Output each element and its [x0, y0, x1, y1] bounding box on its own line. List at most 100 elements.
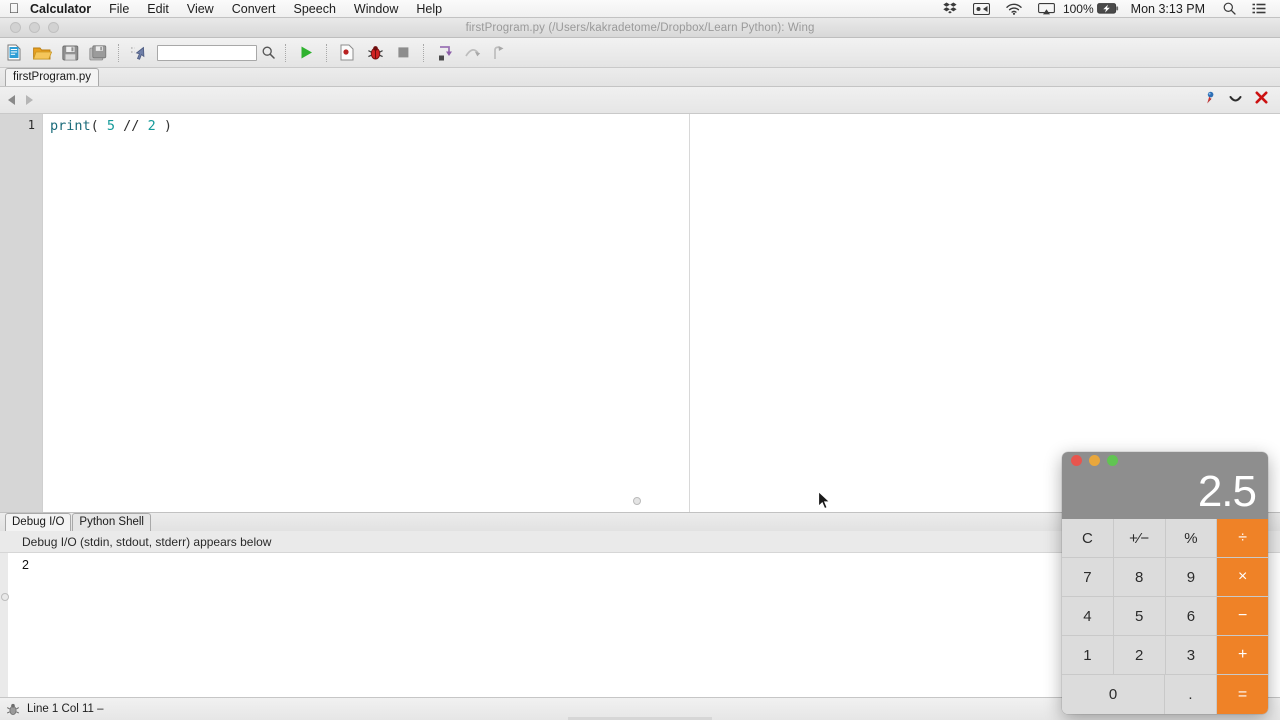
- menu-bar-clock[interactable]: Mon 3:13 PM: [1125, 2, 1215, 16]
- nav-forward-icon[interactable]: [26, 95, 33, 105]
- menu-item-speech[interactable]: Speech: [285, 0, 345, 18]
- run-toolbar-group: [292, 38, 320, 68]
- calc-key-7[interactable]: 7: [1062, 558, 1114, 597]
- tab-debug-io[interactable]: Debug I/O: [5, 513, 72, 531]
- calculator-key-row: 0 . =: [1062, 675, 1268, 714]
- nav-back-icon[interactable]: [8, 95, 15, 105]
- calculator-key-row: 7 8 9 ×: [1062, 558, 1268, 597]
- debug-file-button[interactable]: [333, 40, 361, 66]
- airplay-icon[interactable]: [1030, 0, 1063, 18]
- stop-button[interactable]: [389, 40, 417, 66]
- calculator-key-row: 1 2 3 +: [1062, 636, 1268, 675]
- pin-icon[interactable]: [1204, 91, 1216, 110]
- window-title-bar: firstProgram.py (/Users/kakradetome/Drop…: [0, 18, 1280, 38]
- editor-header-actions: [1204, 91, 1280, 110]
- search-input[interactable]: [157, 44, 257, 61]
- calc-key-subtract[interactable]: −: [1217, 597, 1268, 636]
- line-number-gutter: 1: [0, 114, 43, 512]
- open-file-button[interactable]: [28, 40, 56, 66]
- menu-item-view[interactable]: View: [178, 0, 223, 18]
- magnifier-icon[interactable]: [257, 46, 279, 59]
- calc-key-decimal[interactable]: .: [1165, 675, 1217, 714]
- calculator-zoom-button[interactable]: [1107, 455, 1118, 466]
- menu-bar-status-items: 100% Mon 3:13 PM: [935, 0, 1280, 18]
- step-over-button[interactable]: [458, 40, 486, 66]
- status-bar-position-label: Line 1 Col 11 –: [27, 703, 104, 715]
- window-title: firstProgram.py (/Users/kakradetome/Drop…: [465, 21, 815, 34]
- main-toolbar: [0, 38, 1280, 68]
- wifi-icon[interactable]: [998, 0, 1030, 18]
- code-token-function: print: [50, 118, 91, 134]
- debug-toolbar-group: [333, 38, 417, 68]
- save-file-button[interactable]: [56, 40, 84, 66]
- document-tab-bar: firstProgram.py: [0, 68, 1280, 87]
- save-all-button[interactable]: [84, 40, 112, 66]
- document-tab-firstprogram[interactable]: firstProgram.py: [5, 68, 99, 86]
- menu-item-help[interactable]: Help: [407, 0, 451, 18]
- step-out-button[interactable]: [486, 40, 514, 66]
- step-toolbar-group: [430, 38, 514, 68]
- editor-split-handle[interactable]: [633, 497, 641, 505]
- notification-center-icon[interactable]: [1244, 0, 1274, 18]
- menu-item-calculator[interactable]: Calculator: [28, 0, 100, 18]
- run-button[interactable]: [292, 40, 320, 66]
- calculator-minimize-button[interactable]: [1089, 455, 1100, 466]
- menu-item-convert[interactable]: Convert: [223, 0, 285, 18]
- chevron-down-icon[interactable]: [1229, 91, 1242, 109]
- calc-key-6[interactable]: 6: [1165, 597, 1218, 636]
- calc-key-2[interactable]: 2: [1113, 636, 1166, 675]
- screen-recording-icon[interactable]: [965, 0, 998, 18]
- mouse-pointer-icon: [818, 490, 832, 516]
- calc-key-3[interactable]: 3: [1165, 636, 1218, 675]
- file-toolbar-group: [0, 38, 112, 68]
- calc-key-0[interactable]: 0: [1062, 675, 1165, 714]
- editor-vertical-split-divider[interactable]: [689, 114, 690, 512]
- calc-key-percent[interactable]: %: [1165, 519, 1218, 558]
- code-line-1: print( 5 // 2 ): [50, 118, 1280, 134]
- tab-python-shell[interactable]: Python Shell: [72, 513, 151, 531]
- calc-key-9[interactable]: 9: [1165, 558, 1218, 597]
- calc-key-multiply[interactable]: ×: [1217, 558, 1268, 597]
- calc-key-1[interactable]: 1: [1062, 636, 1114, 675]
- battery-percent-label: 100%: [1062, 1, 1094, 16]
- spotlight-search-icon[interactable]: [1215, 0, 1244, 18]
- calculator-window[interactable]: 2.5 C +⁄− % ÷ 7 8 9 × 4 5 6 − 1 2 3 + 0 …: [1062, 452, 1268, 714]
- close-x-icon[interactable]: [1255, 91, 1268, 109]
- menu-item-file[interactable]: File: [100, 0, 138, 18]
- debug-bug-button[interactable]: [361, 40, 389, 66]
- calc-key-divide[interactable]: ÷: [1217, 519, 1268, 558]
- editor-header-bar: [0, 87, 1280, 114]
- calc-key-sign[interactable]: +⁄−: [1113, 519, 1166, 558]
- new-file-button[interactable]: [0, 40, 28, 66]
- mac-menu-bar:  Calculator File Edit View Convert Spee…: [0, 0, 1280, 18]
- menu-item-window[interactable]: Window: [345, 0, 407, 18]
- dropbox-icon[interactable]: [935, 0, 965, 18]
- step-into-button[interactable]: [430, 40, 458, 66]
- calc-key-equals[interactable]: =: [1217, 675, 1268, 714]
- calc-key-add[interactable]: +: [1217, 636, 1268, 675]
- calculator-key-row: C +⁄− % ÷: [1062, 519, 1268, 558]
- menu-item-edit[interactable]: Edit: [138, 0, 178, 18]
- calc-key-8[interactable]: 8: [1113, 558, 1166, 597]
- apple-logo-icon[interactable]: : [0, 1, 28, 17]
- calculator-display: 2.5: [1062, 467, 1268, 519]
- screen-root:  Calculator File Edit View Convert Spee…: [0, 0, 1280, 720]
- bug-icon[interactable]: [0, 703, 27, 716]
- calc-key-5[interactable]: 5: [1113, 597, 1166, 636]
- toolbar-separator-3: [326, 43, 327, 62]
- calc-key-clear[interactable]: C: [1062, 519, 1114, 558]
- calculator-close-button[interactable]: [1071, 455, 1082, 466]
- calculator-key-row: 4 5 6 −: [1062, 597, 1268, 636]
- battery-charging-icon[interactable]: [1096, 0, 1125, 18]
- line-number-1: 1: [27, 118, 35, 132]
- console-resize-handle[interactable]: [1, 593, 9, 601]
- code-token-floordiv-operator: //: [115, 118, 148, 134]
- toolbar-separator-1: [118, 43, 119, 62]
- code-token-close-paren: ): [155, 118, 172, 134]
- calculator-keypad: C +⁄− % ÷ 7 8 9 × 4 5 6 − 1 2 3 + 0 . =: [1062, 519, 1268, 714]
- toolbar-separator-2: [285, 43, 286, 62]
- search-toolbar-group: [125, 38, 279, 68]
- editor-nav-arrows: [0, 95, 33, 105]
- goto-definition-button[interactable]: [125, 40, 153, 66]
- calc-key-4[interactable]: 4: [1062, 597, 1114, 636]
